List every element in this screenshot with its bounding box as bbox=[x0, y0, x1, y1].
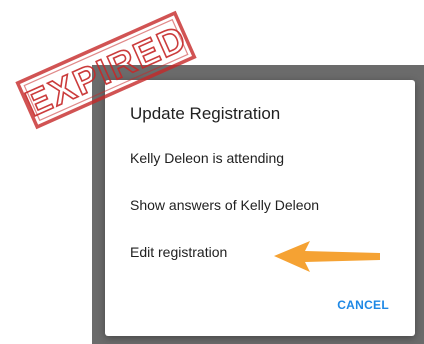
menu-item-show-answers[interactable]: Show answers of Kelly Deleon bbox=[130, 197, 319, 213]
expired-stamp: EXPIRED bbox=[15, 10, 197, 130]
annotation-arrow-icon bbox=[274, 241, 380, 272]
menu-item-edit-registration[interactable]: Edit registration bbox=[130, 244, 227, 260]
cancel-button[interactable]: CANCEL bbox=[337, 298, 389, 312]
menu-item-attending[interactable]: Kelly Deleon is attending bbox=[130, 150, 284, 166]
